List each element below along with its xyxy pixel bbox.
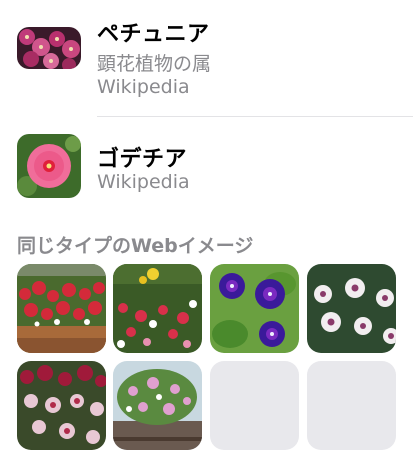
result-title[interactable]: ペチュニア	[97, 16, 210, 48]
result-title[interactable]: ゴデチア	[97, 141, 187, 173]
loading-placeholder	[210, 361, 299, 450]
result-description: 顕花植物の属	[97, 53, 212, 75]
image-tile[interactable]	[17, 264, 106, 353]
image-tile[interactable]	[307, 264, 396, 353]
section-heading: 同じタイプのWebイメージ	[17, 235, 254, 257]
divider	[97, 116, 413, 117]
image-tile[interactable]	[113, 361, 202, 450]
result-source: Wikipedia	[97, 76, 190, 98]
image-tile[interactable]	[113, 264, 202, 353]
loading-placeholder	[307, 361, 396, 450]
petunia-thumbnail	[17, 27, 81, 69]
result-source: Wikipedia	[97, 171, 190, 193]
godetia-thumbnail	[17, 134, 81, 198]
image-tile[interactable]	[210, 264, 299, 353]
image-tile[interactable]	[17, 361, 106, 450]
